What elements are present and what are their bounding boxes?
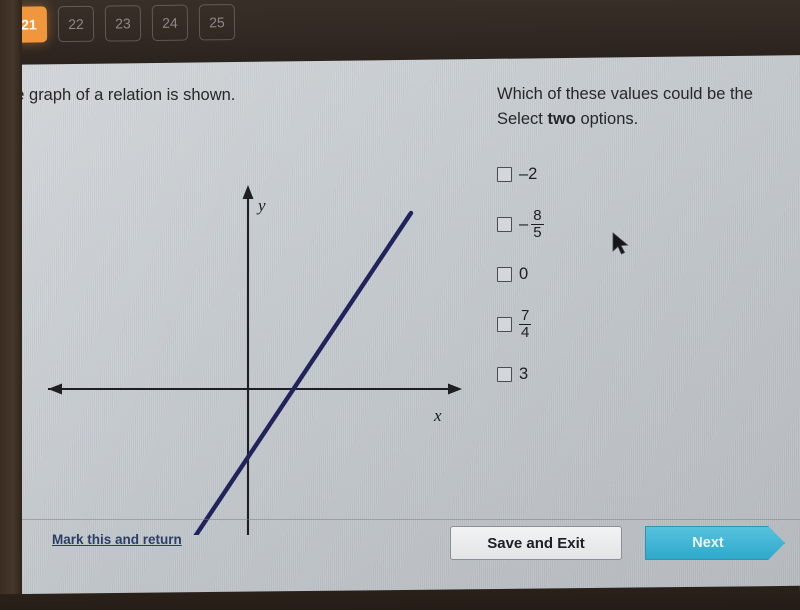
next-button[interactable]: Next bbox=[645, 526, 785, 560]
option-label-1: –2 bbox=[519, 165, 538, 183]
x-axis-left-arrow-icon bbox=[48, 383, 62, 395]
relation-line bbox=[193, 210, 414, 535]
coordinate-graph: y x bbox=[30, 125, 480, 535]
option-label-5: 3 bbox=[519, 365, 529, 383]
option-2-denominator: 5 bbox=[531, 224, 544, 241]
option-row-4[interactable]: 7 4 bbox=[497, 300, 800, 350]
monitor-bezel-left bbox=[0, 0, 22, 610]
y-axis-up-arrow-icon bbox=[242, 185, 254, 199]
option-row-5[interactable]: 3 bbox=[497, 350, 800, 400]
answer-panel: Which of these values could be the Selec… bbox=[497, 82, 800, 400]
select-instruction-pre: Select bbox=[497, 109, 548, 128]
checkbox-option-5[interactable] bbox=[497, 367, 512, 382]
question-button-25[interactable]: 25 bbox=[198, 4, 236, 41]
question-prompt-line1: Which of these values could be the bbox=[497, 85, 753, 103]
select-instruction-count: two bbox=[547, 109, 576, 128]
checkbox-option-3[interactable] bbox=[497, 267, 512, 282]
question-content: The graph of a relation is shown. y x Wh… bbox=[0, 70, 800, 540]
question-button-22[interactable]: 22 bbox=[57, 5, 95, 43]
checkbox-option-1[interactable] bbox=[497, 167, 512, 182]
x-axis-right-arrow-icon bbox=[448, 383, 462, 395]
option-row-1[interactable]: –2 bbox=[497, 150, 800, 200]
select-instruction-post: options. bbox=[575, 109, 639, 128]
option-label-3: 0 bbox=[519, 265, 529, 283]
footer-bar: Mark this and return Save and Exit Next bbox=[0, 519, 800, 582]
question-nav-bar: 21 22 23 24 25 bbox=[0, 0, 800, 66]
option-row-3[interactable]: 0 bbox=[497, 250, 800, 300]
question-number-list: 21 22 23 24 25 bbox=[0, 4, 236, 44]
y-axis-label: y bbox=[256, 196, 266, 215]
screenshot-root: 21 22 23 24 25 The graph of a relation i… bbox=[0, 0, 800, 610]
save-and-exit-button[interactable]: Save and Exit bbox=[450, 526, 622, 560]
mouse-cursor-icon bbox=[612, 232, 632, 263]
option-4-fraction: 7 4 bbox=[519, 307, 532, 341]
checkbox-option-4[interactable] bbox=[497, 317, 512, 332]
option-label-4: 7 4 bbox=[519, 307, 532, 341]
stem-text: The graph of a relation is shown. bbox=[0, 86, 236, 104]
option-4-denominator: 4 bbox=[519, 324, 532, 341]
option-list: –2 – 8 5 0 7 4 3 bbox=[497, 150, 800, 400]
question-button-24[interactable]: 24 bbox=[151, 4, 189, 42]
checkbox-option-2[interactable] bbox=[497, 217, 512, 232]
question-prompt: Which of these values could be the Selec… bbox=[497, 82, 800, 132]
option-row-2[interactable]: – 8 5 bbox=[497, 200, 800, 250]
mark-this-and-return-link[interactable]: Mark this and return bbox=[52, 532, 182, 547]
option-4-numerator: 7 bbox=[521, 307, 530, 325]
option-2-numerator: 8 bbox=[533, 207, 542, 225]
option-label-2: – 8 5 bbox=[519, 208, 544, 241]
question-button-23[interactable]: 23 bbox=[104, 5, 142, 42]
x-axis-label: x bbox=[433, 406, 442, 425]
question-prompt-line2: Select two options. bbox=[497, 107, 800, 132]
option-2-fraction: 8 5 bbox=[531, 207, 544, 241]
option-2-sign: – bbox=[519, 215, 529, 233]
